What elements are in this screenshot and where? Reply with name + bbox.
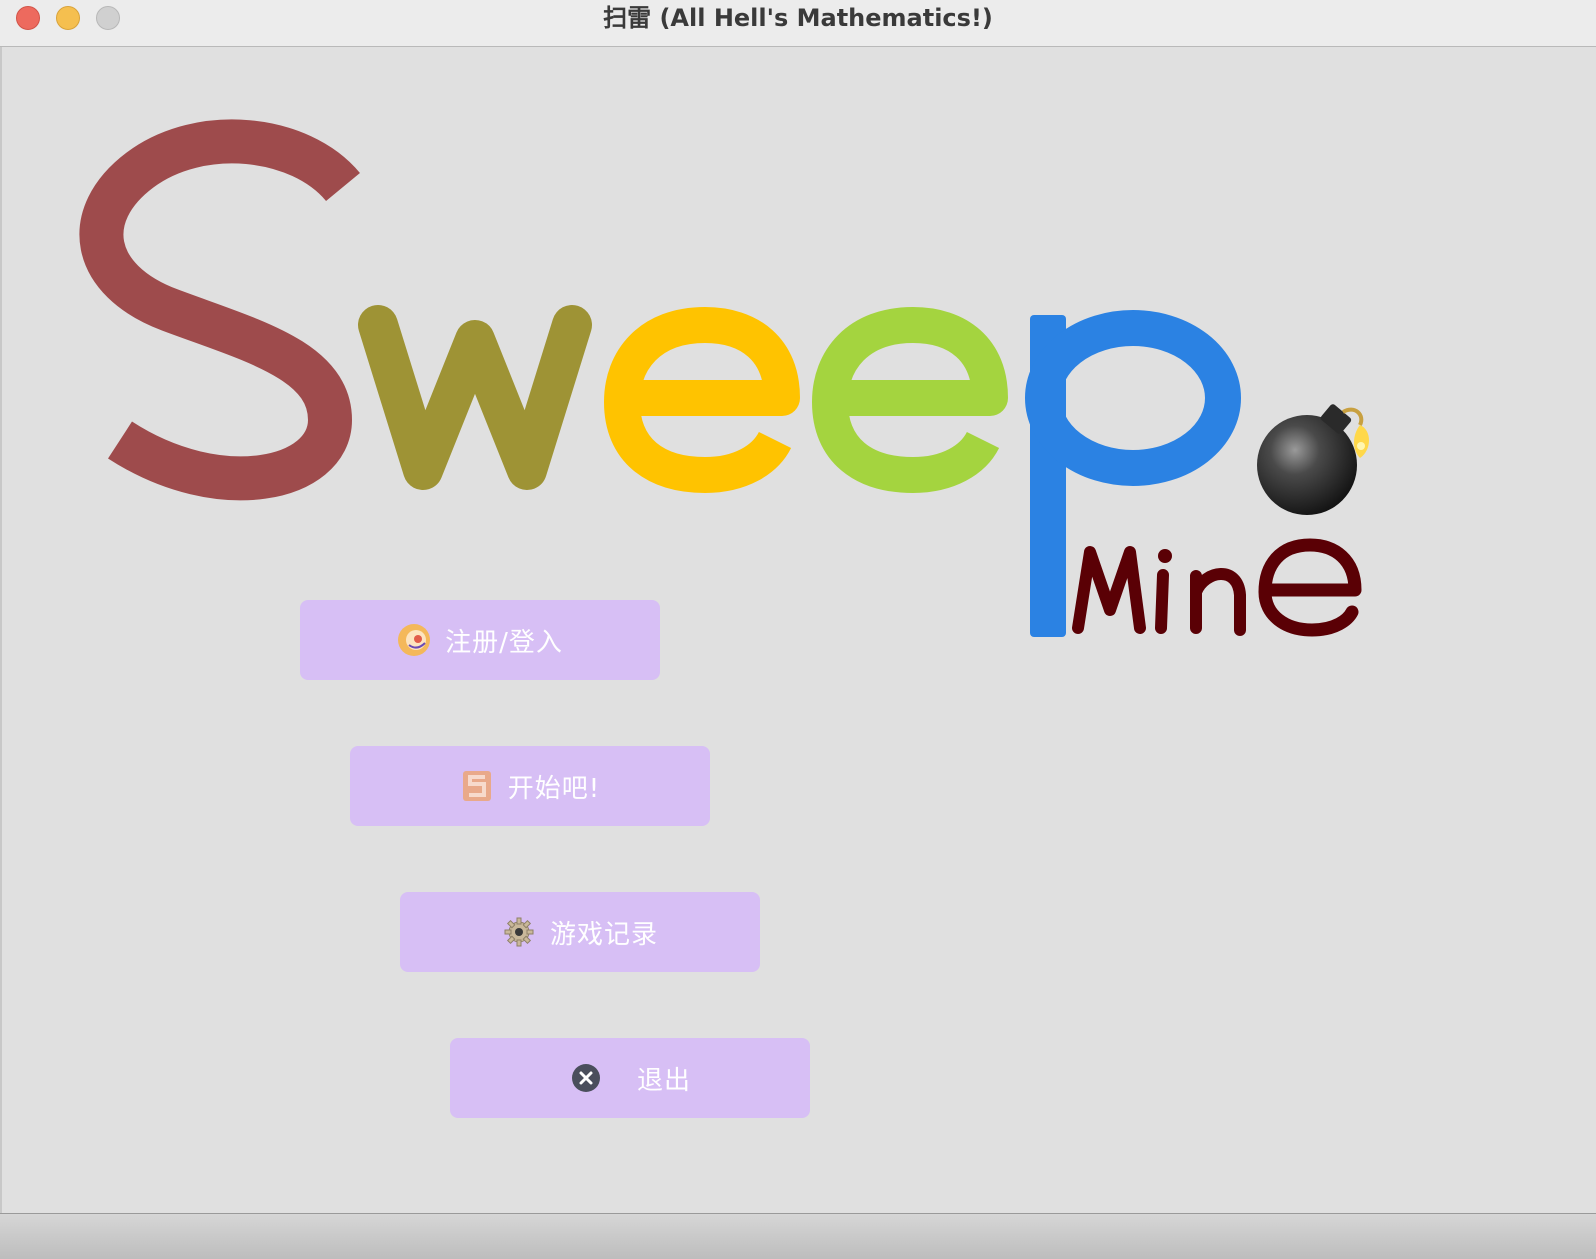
bottom-bar bbox=[0, 1213, 1596, 1259]
login-icon bbox=[398, 624, 431, 656]
window-title: 扫雷 (All Hell's Mathematics!) bbox=[603, 4, 993, 32]
exit-label: 退出 bbox=[636, 1065, 691, 1096]
register-login-button[interactable]: 注册/登入 bbox=[300, 600, 660, 680]
start-game-button[interactable]: 开始吧! bbox=[350, 746, 710, 826]
app-window: 扫雷 (All Hell's Mathematics!) 注册/登入 开始吧! … bbox=[0, 0, 1596, 1259]
start-game-label: 开始吧! bbox=[507, 773, 601, 804]
exit-button[interactable]: 退出 bbox=[450, 1038, 810, 1118]
gear-icon bbox=[504, 917, 534, 947]
close-circle-icon bbox=[571, 1064, 600, 1092]
s-logo-icon bbox=[462, 771, 491, 801]
game-history-button[interactable]: 游戏记录 bbox=[400, 892, 760, 972]
game-history-label: 游戏记录 bbox=[549, 919, 658, 950]
register-login-label: 注册/登入 bbox=[445, 627, 563, 658]
title-bar: 扫雷 (All Hell's Mathematics!) bbox=[0, 0, 1596, 47]
